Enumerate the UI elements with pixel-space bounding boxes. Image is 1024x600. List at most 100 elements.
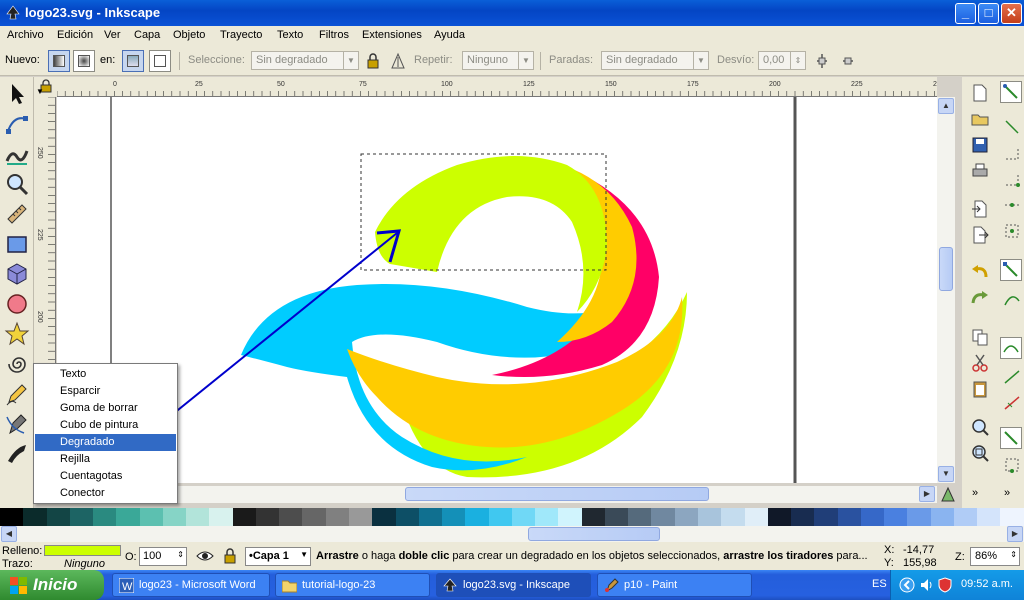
palette-swatch[interactable] (930, 508, 954, 526)
tweak-tool[interactable] (4, 141, 30, 167)
menu-trayecto[interactable]: Trayecto (220, 29, 262, 41)
palette-swatch[interactable] (418, 508, 443, 526)
snap-cusp-nodes-icon[interactable] (1002, 393, 1022, 413)
palette-swatch[interactable] (628, 508, 652, 526)
palette-swatch[interactable] (837, 508, 861, 526)
snap-bbox-icon[interactable] (1002, 117, 1022, 137)
copy-icon[interactable] (970, 327, 990, 347)
more-commands-button[interactable]: » (972, 487, 978, 499)
volume-icon[interactable] (919, 577, 935, 593)
palette-swatch[interactable] (558, 508, 582, 526)
snap-path-intersection-toggle[interactable] (1000, 337, 1022, 359)
snap-center-icon[interactable] (1002, 221, 1022, 241)
snap-bbox-edge-icon[interactable] (1002, 143, 1022, 163)
menu-texto[interactable]: Texto (277, 29, 303, 41)
repetir-dropdown[interactable]: Ninguno ▼ (462, 51, 534, 70)
eye-icon[interactable] (196, 548, 214, 564)
redo-icon[interactable] (970, 289, 990, 309)
palette-swatch[interactable] (69, 508, 94, 526)
palette-swatch[interactable] (1000, 508, 1024, 526)
selector-tool[interactable] (4, 81, 30, 107)
palette-swatch[interactable] (0, 508, 24, 526)
vertical-scroll-thumb[interactable] (939, 247, 953, 291)
palette-swatch[interactable] (511, 508, 536, 526)
star-tool[interactable] (4, 321, 30, 347)
palette-swatch[interactable] (465, 508, 489, 526)
close-button[interactable]: ✕ (1001, 3, 1022, 24)
menu-item-rejilla[interactable]: Rejilla (35, 451, 176, 468)
task-folder[interactable]: tutorial-logo-23 (275, 573, 430, 597)
seleccione-dropdown[interactable]: Sin degradado ▼ (251, 51, 359, 70)
palette-swatch[interactable] (651, 508, 675, 526)
pencil-tool[interactable] (4, 381, 30, 407)
scroll-down-button[interactable]: ▼ (938, 466, 954, 482)
palette-swatch[interactable] (325, 508, 349, 526)
palette-swatch[interactable] (116, 508, 140, 526)
palette-swatch[interactable] (232, 508, 256, 526)
menu-capa[interactable]: Capa (134, 29, 160, 41)
palette-scroll-left-button[interactable]: ◀ (1, 526, 17, 542)
palette-scrollbar[interactable]: ◀ ▶ (0, 526, 1024, 542)
menu-filtros[interactable]: Filtros (319, 29, 349, 41)
palette-swatch[interactable] (604, 508, 629, 526)
new-document-icon[interactable] (970, 83, 990, 103)
palette-swatch[interactable] (977, 508, 1001, 526)
reverse-gradient-icon[interactable] (390, 52, 406, 70)
palette-swatch[interactable] (744, 508, 768, 526)
palette-swatch[interactable] (162, 508, 187, 526)
scroll-right-button[interactable]: ▶ (919, 486, 935, 502)
snap-page-icon[interactable] (1002, 455, 1022, 475)
palette-swatch[interactable] (884, 508, 908, 526)
palette-swatch[interactable] (907, 508, 931, 526)
horizontal-scrollbar[interactable]: ▶ (57, 486, 937, 503)
spiral-tool[interactable] (4, 351, 30, 377)
snap-toggle-button[interactable] (1000, 81, 1022, 103)
palette-swatch[interactable] (209, 508, 233, 526)
palette-swatch[interactable] (442, 508, 466, 526)
import-icon[interactable] (970, 199, 990, 219)
palette-scroll-thumb[interactable] (528, 527, 660, 541)
snap-guide-toggle[interactable] (1000, 427, 1022, 449)
maximize-button[interactable]: □ (978, 3, 999, 24)
snap-bbox-corner-icon[interactable] (1002, 169, 1022, 189)
export-icon[interactable] (970, 225, 990, 245)
menu-item-cubo-de-pintura[interactable]: Cubo de pintura (35, 417, 176, 434)
color-manage-icon[interactable] (940, 486, 956, 503)
zoom-selection-icon[interactable] (970, 417, 990, 437)
paradas-dropdown[interactable]: Sin degradado ▼ (601, 51, 709, 70)
radial-gradient-button[interactable] (73, 50, 95, 72)
palette-swatch[interactable] (721, 508, 745, 526)
measure-tool[interactable] (4, 201, 30, 227)
palette-swatch[interactable] (860, 508, 885, 526)
menu-objeto[interactable]: Objeto (173, 29, 205, 41)
palette-swatch[interactable] (139, 508, 163, 526)
palette-swatch[interactable] (186, 508, 210, 526)
snap-smooth-nodes-icon[interactable] (1002, 367, 1022, 387)
cut-icon[interactable] (970, 353, 990, 373)
palette-swatch[interactable] (488, 508, 512, 526)
lock-layer-icon[interactable] (222, 547, 238, 565)
palette-swatch[interactable] (767, 508, 792, 526)
menu-edicion[interactable]: Edición (57, 29, 93, 41)
undo-icon[interactable] (970, 263, 990, 283)
snap-nodes-toggle[interactable] (1000, 259, 1022, 281)
node-tool[interactable] (4, 111, 30, 137)
menu-item-esparcir[interactable]: Esparcir (35, 383, 176, 400)
palette-swatch[interactable] (814, 508, 838, 526)
palette-swatch[interactable] (302, 508, 326, 526)
desvio-spinbox[interactable]: 0,00 ⇕ (758, 51, 806, 70)
horizontal-scroll-thumb[interactable] (405, 487, 709, 501)
layer-dropdown[interactable]: •Capa 1 ▼ (245, 547, 311, 566)
save-icon[interactable] (970, 135, 990, 155)
chevron-left-icon[interactable] (899, 577, 915, 593)
menu-item-conector[interactable]: Conector (35, 485, 176, 502)
fill-target-button[interactable] (122, 50, 144, 72)
pen-tool[interactable] (4, 411, 30, 437)
palette-swatch[interactable] (93, 508, 117, 526)
palette-swatch[interactable] (372, 508, 396, 526)
stroke-indicator[interactable]: Ninguno (64, 558, 105, 570)
open-folder-icon[interactable] (970, 109, 990, 129)
language-indicator[interactable]: ES (872, 578, 887, 590)
palette-swatch[interactable] (348, 508, 373, 526)
box3d-tool[interactable] (4, 261, 30, 287)
